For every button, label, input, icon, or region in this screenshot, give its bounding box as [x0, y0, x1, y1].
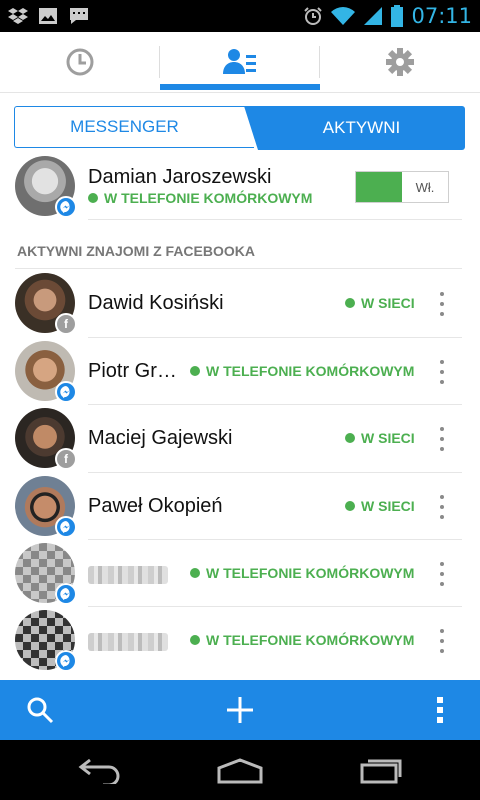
friend-status-label: W TELEFONIE KOMÓRKOWYM: [206, 632, 415, 648]
online-dot-icon: [345, 433, 355, 443]
segment-aktywni[interactable]: AKTYWNI: [244, 106, 465, 150]
tab-selected-indicator: [160, 84, 320, 90]
overflow-menu-icon[interactable]: [437, 697, 443, 723]
friend-status-label: W TELEFONIE KOMÓRKOWYM: [206, 363, 415, 379]
bottom-action-bar: [0, 680, 480, 740]
friend-name-blurred: [88, 633, 168, 651]
friend-name: Piotr Gr…: [88, 360, 177, 382]
clock-icon: [66, 48, 94, 76]
clock-time: 07:11: [411, 4, 472, 28]
online-dot-icon: [190, 366, 200, 376]
status-bar: 07:11: [0, 0, 480, 32]
more-options-icon[interactable]: [434, 495, 450, 519]
divider: [15, 268, 462, 269]
messenger-badge-icon: [55, 196, 77, 218]
my-status: W TELEFONIE KOMÓRKOWYM: [88, 190, 312, 206]
search-icon[interactable]: [26, 696, 54, 724]
friend-status: W TELEFONIE KOMÓRKOWYM: [190, 565, 414, 581]
friend-name-blurred: [88, 566, 168, 584]
back-icon[interactable]: [78, 758, 122, 784]
tab-recent[interactable]: [0, 32, 160, 92]
online-dot-icon: [190, 568, 200, 578]
dropbox-icon: [8, 8, 28, 24]
wifi-icon: [331, 7, 356, 25]
online-dot-icon: [345, 501, 355, 511]
recents-icon[interactable]: [360, 756, 404, 784]
divider: [88, 539, 462, 540]
chat-icon: [70, 8, 88, 24]
contacts-list-icon: [223, 49, 256, 74]
system-nav-bar: [0, 740, 480, 800]
more-options-icon[interactable]: [434, 427, 450, 451]
alarm-icon: [304, 7, 323, 25]
friend-status: W SIECI: [345, 498, 415, 514]
my-name: Damian Jaroszewski: [88, 166, 272, 188]
image-icon: [39, 8, 57, 24]
toggle-label: Wł.: [415, 179, 435, 195]
divider: [88, 606, 462, 607]
divider: [88, 219, 462, 220]
friend-status-label: W SIECI: [361, 295, 415, 311]
friend-name: Maciej Gajewski: [88, 427, 233, 449]
availability-toggle[interactable]: Wł.: [355, 171, 449, 203]
friend-status: W SIECI: [345, 295, 415, 311]
friend-status: W SIECI: [345, 430, 415, 446]
friend-name: Dawid Kosiński: [88, 292, 224, 314]
online-dot-icon: [88, 193, 98, 203]
gear-icon: [386, 48, 414, 76]
tab-contacts[interactable]: [160, 32, 320, 92]
section-header: AKTYWNI ZNAJOMI Z FACEBOOKA: [17, 243, 255, 259]
facebook-badge-icon: f: [55, 313, 77, 335]
divider: [88, 337, 462, 338]
battery-icon: [391, 5, 404, 27]
friend-name: Paweł Okopień: [88, 495, 223, 517]
home-icon[interactable]: [216, 758, 264, 784]
more-options-icon[interactable]: [434, 292, 450, 316]
online-dot-icon: [345, 298, 355, 308]
more-options-icon[interactable]: [434, 629, 450, 653]
friend-status: W TELEFONIE KOMÓRKOWYM: [190, 632, 414, 648]
my-status-label: W TELEFONIE KOMÓRKOWYM: [104, 190, 313, 206]
segmented-control: MESSENGER AKTYWNI: [14, 106, 465, 150]
divider: [88, 472, 462, 473]
messenger-badge-icon: [55, 516, 77, 538]
messenger-badge-icon: [55, 583, 77, 605]
divider: [88, 404, 462, 405]
tab-settings[interactable]: [320, 32, 480, 92]
add-icon[interactable]: [226, 696, 254, 724]
messenger-badge-icon: [55, 381, 77, 403]
friend-status-label: W SIECI: [361, 430, 415, 446]
friend-status: W TELEFONIE KOMÓRKOWYM: [190, 363, 414, 379]
online-dot-icon: [190, 635, 200, 645]
friend-status-label: W TELEFONIE KOMÓRKOWYM: [206, 565, 415, 581]
toggle-on-fill: [356, 172, 402, 202]
more-options-icon[interactable]: [434, 562, 450, 586]
friend-status-label: W SIECI: [361, 498, 415, 514]
messenger-badge-icon: [55, 650, 77, 672]
segment-messenger[interactable]: MESSENGER: [14, 106, 254, 148]
facebook-badge-icon: f: [55, 448, 77, 470]
signal-icon: [364, 7, 383, 25]
more-options-icon[interactable]: [434, 360, 450, 384]
